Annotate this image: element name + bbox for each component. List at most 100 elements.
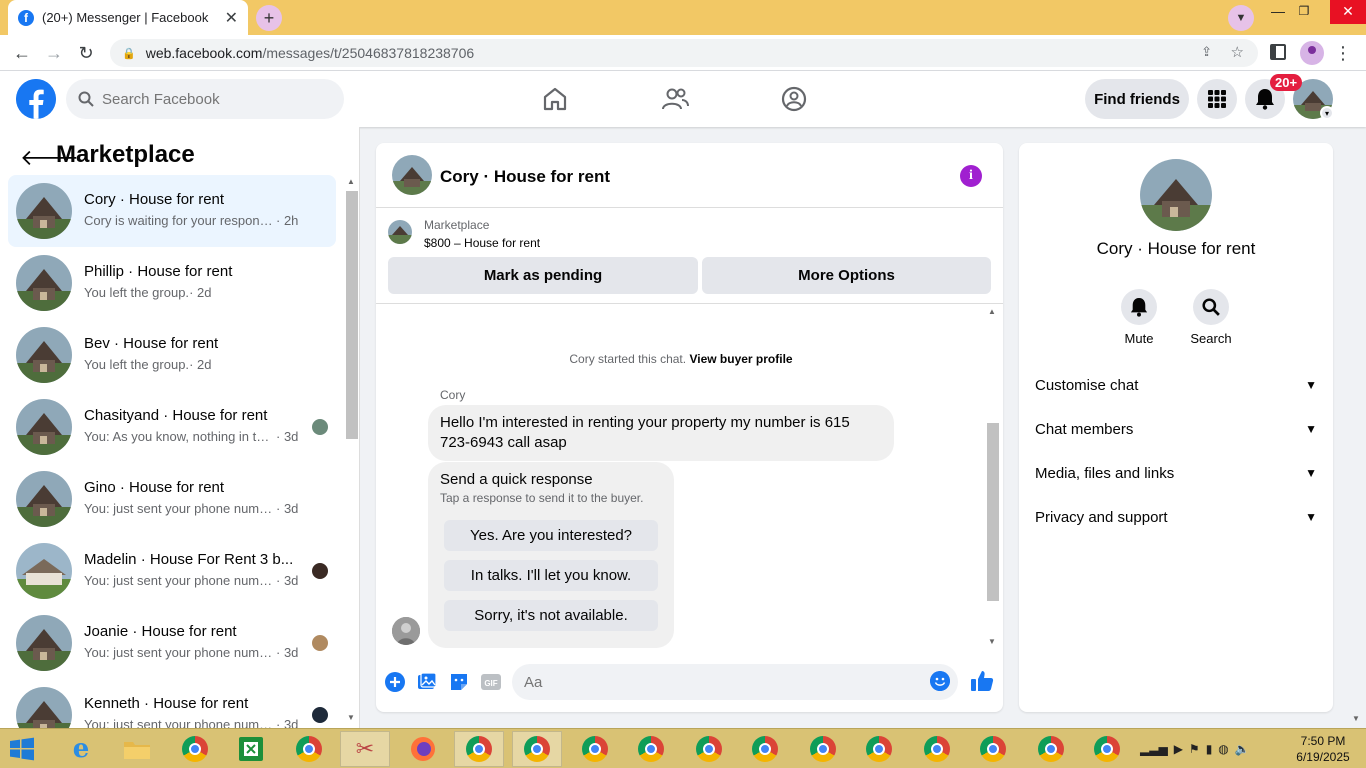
conversation-item[interactable]: Kenneth · House for rent You: just sent y… (8, 679, 336, 728)
bookmark-star-icon[interactable]: ☆ (1231, 43, 1244, 61)
home-icon[interactable] (541, 85, 569, 113)
message-thread-scrollbar[interactable]: ▲ ▼ (986, 307, 1000, 653)
browser-profile-icon[interactable] (1300, 41, 1324, 65)
chrome-taskbar-icon[interactable] (284, 731, 334, 767)
new-tab-button[interactable]: + (256, 5, 282, 31)
chrome-taskbar-icon[interactable] (798, 731, 848, 767)
mute-button[interactable]: Mute (1109, 289, 1169, 346)
conversation-item[interactable]: Joanie · House for rent You: just sent yo… (8, 607, 336, 679)
chrome-taskbar-icon[interactable] (512, 731, 562, 767)
conversation-preview-text: Cory is waiting for your response. (84, 213, 276, 228)
mute-label: Mute (1124, 331, 1154, 346)
quick-response-yes-button[interactable]: Yes. Are you interested? (444, 520, 658, 551)
listing-price-title[interactable]: $800 – House for rent (424, 236, 540, 250)
marketplace-label: Marketplace (424, 218, 490, 232)
file-explorer-taskbar-icon[interactable] (112, 731, 162, 767)
browser-tab[interactable]: f (20+) Messenger | Facebook ✕ (8, 0, 248, 35)
conversation-item[interactable]: Bev · House for rent You left the group. ·… (8, 319, 336, 391)
chrome-taskbar-icon[interactable] (684, 731, 734, 767)
internet-explorer-taskbar-icon[interactable]: e (56, 731, 106, 767)
conversation-item[interactable]: Chasityand · House for rent You: As you k… (8, 391, 336, 463)
sticker-icon[interactable] (448, 671, 470, 693)
flag-icon[interactable]: ⚑ (1189, 742, 1200, 756)
conversation-list-scrollbar[interactable]: ▲ ▼ (344, 177, 358, 727)
window-close-button[interactable]: ✕ (1330, 0, 1366, 24)
emoji-icon[interactable] (930, 671, 950, 691)
chat-avatar[interactable] (392, 155, 432, 195)
chat-members-section[interactable]: Chat members ▼ (1035, 407, 1317, 451)
media-icon[interactable]: ▶ (1174, 742, 1183, 756)
firefox-taskbar-icon[interactable] (398, 731, 448, 767)
browser-menu-icon[interactable]: ⋮ (1334, 41, 1352, 65)
chevron-down-icon[interactable]: ▾ (1320, 106, 1334, 120)
scrollbar-thumb[interactable] (987, 423, 999, 601)
system-clock[interactable]: 7:50 PM 6/19/2025 (1290, 733, 1356, 765)
photo-icon[interactable] (416, 671, 438, 693)
scroll-up-icon[interactable]: ▲ (988, 307, 996, 316)
chrome-taskbar-icon[interactable] (1082, 731, 1132, 767)
conversation-item[interactable]: Madelin · House For Rent 3 b... You: just… (8, 535, 336, 607)
facebook-search-box[interactable] (66, 79, 344, 119)
chrome-taskbar-icon[interactable] (1026, 731, 1076, 767)
contact-avatar[interactable] (1140, 159, 1212, 231)
quick-response-not-available-button[interactable]: Sorry, it's not available. (444, 600, 658, 631)
chrome-taskbar-icon[interactable] (626, 731, 676, 767)
sender-avatar[interactable] (392, 617, 420, 645)
window-restore-button[interactable]: ❐ (1290, 0, 1318, 24)
gif-icon[interactable]: GIF (480, 671, 502, 693)
share-icon[interactable]: ⇪ (1201, 44, 1212, 60)
find-friends-button[interactable]: Find friends (1085, 79, 1189, 119)
reload-icon[interactable]: ↻ (74, 41, 98, 65)
scroll-down-icon[interactable]: ▼ (347, 713, 355, 722)
excel-taskbar-icon[interactable] (226, 731, 276, 767)
scroll-up-icon[interactable]: ▲ (347, 177, 355, 186)
chrome-taskbar-icon[interactable] (740, 731, 790, 767)
quick-response-in-talks-button[interactable]: In talks. I'll let you know. (444, 560, 658, 591)
chrome-taskbar-icon[interactable] (854, 731, 904, 767)
more-options-button[interactable]: More Options (702, 257, 991, 294)
plus-circle-icon[interactable] (384, 671, 406, 693)
chrome-taskbar-icon[interactable] (570, 731, 620, 767)
message-input-box[interactable] (512, 664, 958, 700)
message-input[interactable] (524, 673, 914, 691)
info-icon[interactable]: i (960, 165, 982, 187)
conversation-time: · 3d (276, 645, 299, 660)
customise-chat-section[interactable]: Customise chat ▼ (1035, 363, 1317, 407)
scrollbar-thumb[interactable] (346, 191, 358, 439)
privacy-support-section[interactable]: Privacy and support ▼ (1035, 495, 1317, 539)
mark-as-pending-button[interactable]: Mark as pending (388, 257, 698, 294)
chat-title[interactable]: Cory · House for rent (440, 167, 610, 187)
chrome-taskbar-icon[interactable] (912, 731, 962, 767)
thumbs-up-icon[interactable] (970, 669, 994, 693)
address-bar[interactable]: 🔒 web.facebook.com/messages/t/2504683781… (110, 39, 1258, 67)
forward-arrow-icon[interactable]: → (42, 41, 66, 65)
network-icon[interactable]: ◍ (1218, 742, 1228, 756)
close-tab-icon[interactable]: ✕ (225, 8, 238, 28)
conversation-preview: You: just sent your phone numb... · 3d (84, 717, 298, 728)
chrome-taskbar-icon[interactable] (968, 731, 1018, 767)
window-minimize-button[interactable]: — (1264, 0, 1292, 24)
battery-icon[interactable]: ▮ (1206, 742, 1213, 756)
side-panel-icon[interactable] (1270, 44, 1286, 60)
back-arrow-icon[interactable]: ← (10, 41, 34, 65)
incoming-message-bubble[interactable]: Hello I'm interested in renting your pro… (428, 405, 894, 461)
snipping-tool-taskbar-icon[interactable]: ✂ (340, 731, 390, 767)
volume-icon[interactable]: 🔈 (1235, 742, 1250, 756)
conversation-item[interactable]: Phillip · House for rent You left the gro… (8, 247, 336, 319)
friends-icon[interactable] (661, 85, 689, 113)
media-files-links-section[interactable]: Media, files and links ▼ (1035, 451, 1317, 495)
facebook-logo-icon[interactable] (16, 79, 56, 119)
tab-search-button[interactable]: ▼ (1228, 5, 1254, 31)
view-buyer-profile-link[interactable]: View buyer profile (689, 352, 792, 366)
search-in-conversation-button[interactable]: Search (1181, 289, 1241, 346)
facebook-search-input[interactable] (102, 90, 322, 108)
conversation-item[interactable]: Gino · House for rent You: just sent your… (8, 463, 336, 535)
signal-icon[interactable]: ▂▃▅ (1140, 742, 1168, 756)
scroll-down-icon[interactable]: ▼ (988, 637, 996, 646)
chrome-taskbar-icon[interactable] (454, 731, 504, 767)
menu-grid-button[interactable] (1197, 79, 1237, 119)
chrome-taskbar-icon[interactable] (170, 731, 220, 767)
windows-start-icon[interactable] (8, 737, 36, 761)
conversation-item[interactable]: Cory · House for rent Cory is waiting for… (8, 175, 336, 247)
groups-icon[interactable] (780, 85, 808, 113)
